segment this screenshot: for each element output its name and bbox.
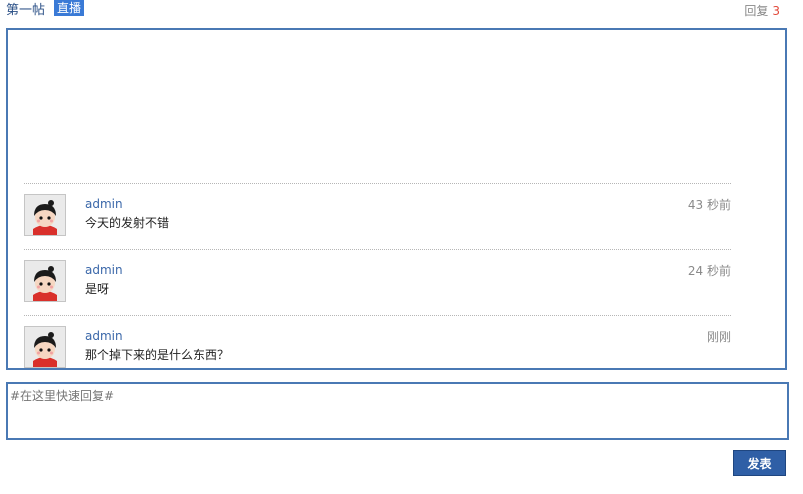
avatar-icon <box>25 195 65 235</box>
post-item: admin 那个掉下来的是什么东西？ 刚刚 <box>24 315 731 368</box>
avatar-icon <box>25 261 65 301</box>
reply-count-number: 3 <box>772 4 780 18</box>
post-message: 今天的发射不错 <box>85 216 170 230</box>
live-badge: 直播 <box>54 0 85 16</box>
reply-count: 回复 3 <box>744 2 780 19</box>
post-message: 是呀 <box>85 282 110 296</box>
post-item: admin 是呀 24 秒前 <box>24 249 731 314</box>
avatar[interactable] <box>24 260 66 302</box>
avatar[interactable] <box>24 194 66 236</box>
post-time: 43 秒前 <box>687 198 731 212</box>
post-message: 那个掉下来的是什么东西？ <box>85 348 230 362</box>
post-username[interactable]: admin <box>85 329 123 343</box>
quick-reply-input[interactable] <box>6 382 789 440</box>
post-time: 24 秒前 <box>687 264 731 278</box>
avatar-icon <box>25 327 65 367</box>
reply-count-label: 回复 <box>744 4 769 18</box>
post-time: 刚刚 <box>706 330 731 344</box>
post-username[interactable]: admin <box>85 263 123 277</box>
thread-header: 第一帖 直播 回复 3 <box>6 0 780 20</box>
thread-panel[interactable]: admin 今天的发射不错 43 秒前 admin 是呀 24 秒前 admin… <box>6 28 787 370</box>
post-username[interactable]: admin <box>85 197 123 211</box>
avatar[interactable] <box>24 326 66 368</box>
post-item: admin 今天的发射不错 43 秒前 <box>24 183 731 248</box>
submit-button[interactable]: 发表 <box>733 450 786 476</box>
thread-title: 第一帖 <box>6 3 46 18</box>
